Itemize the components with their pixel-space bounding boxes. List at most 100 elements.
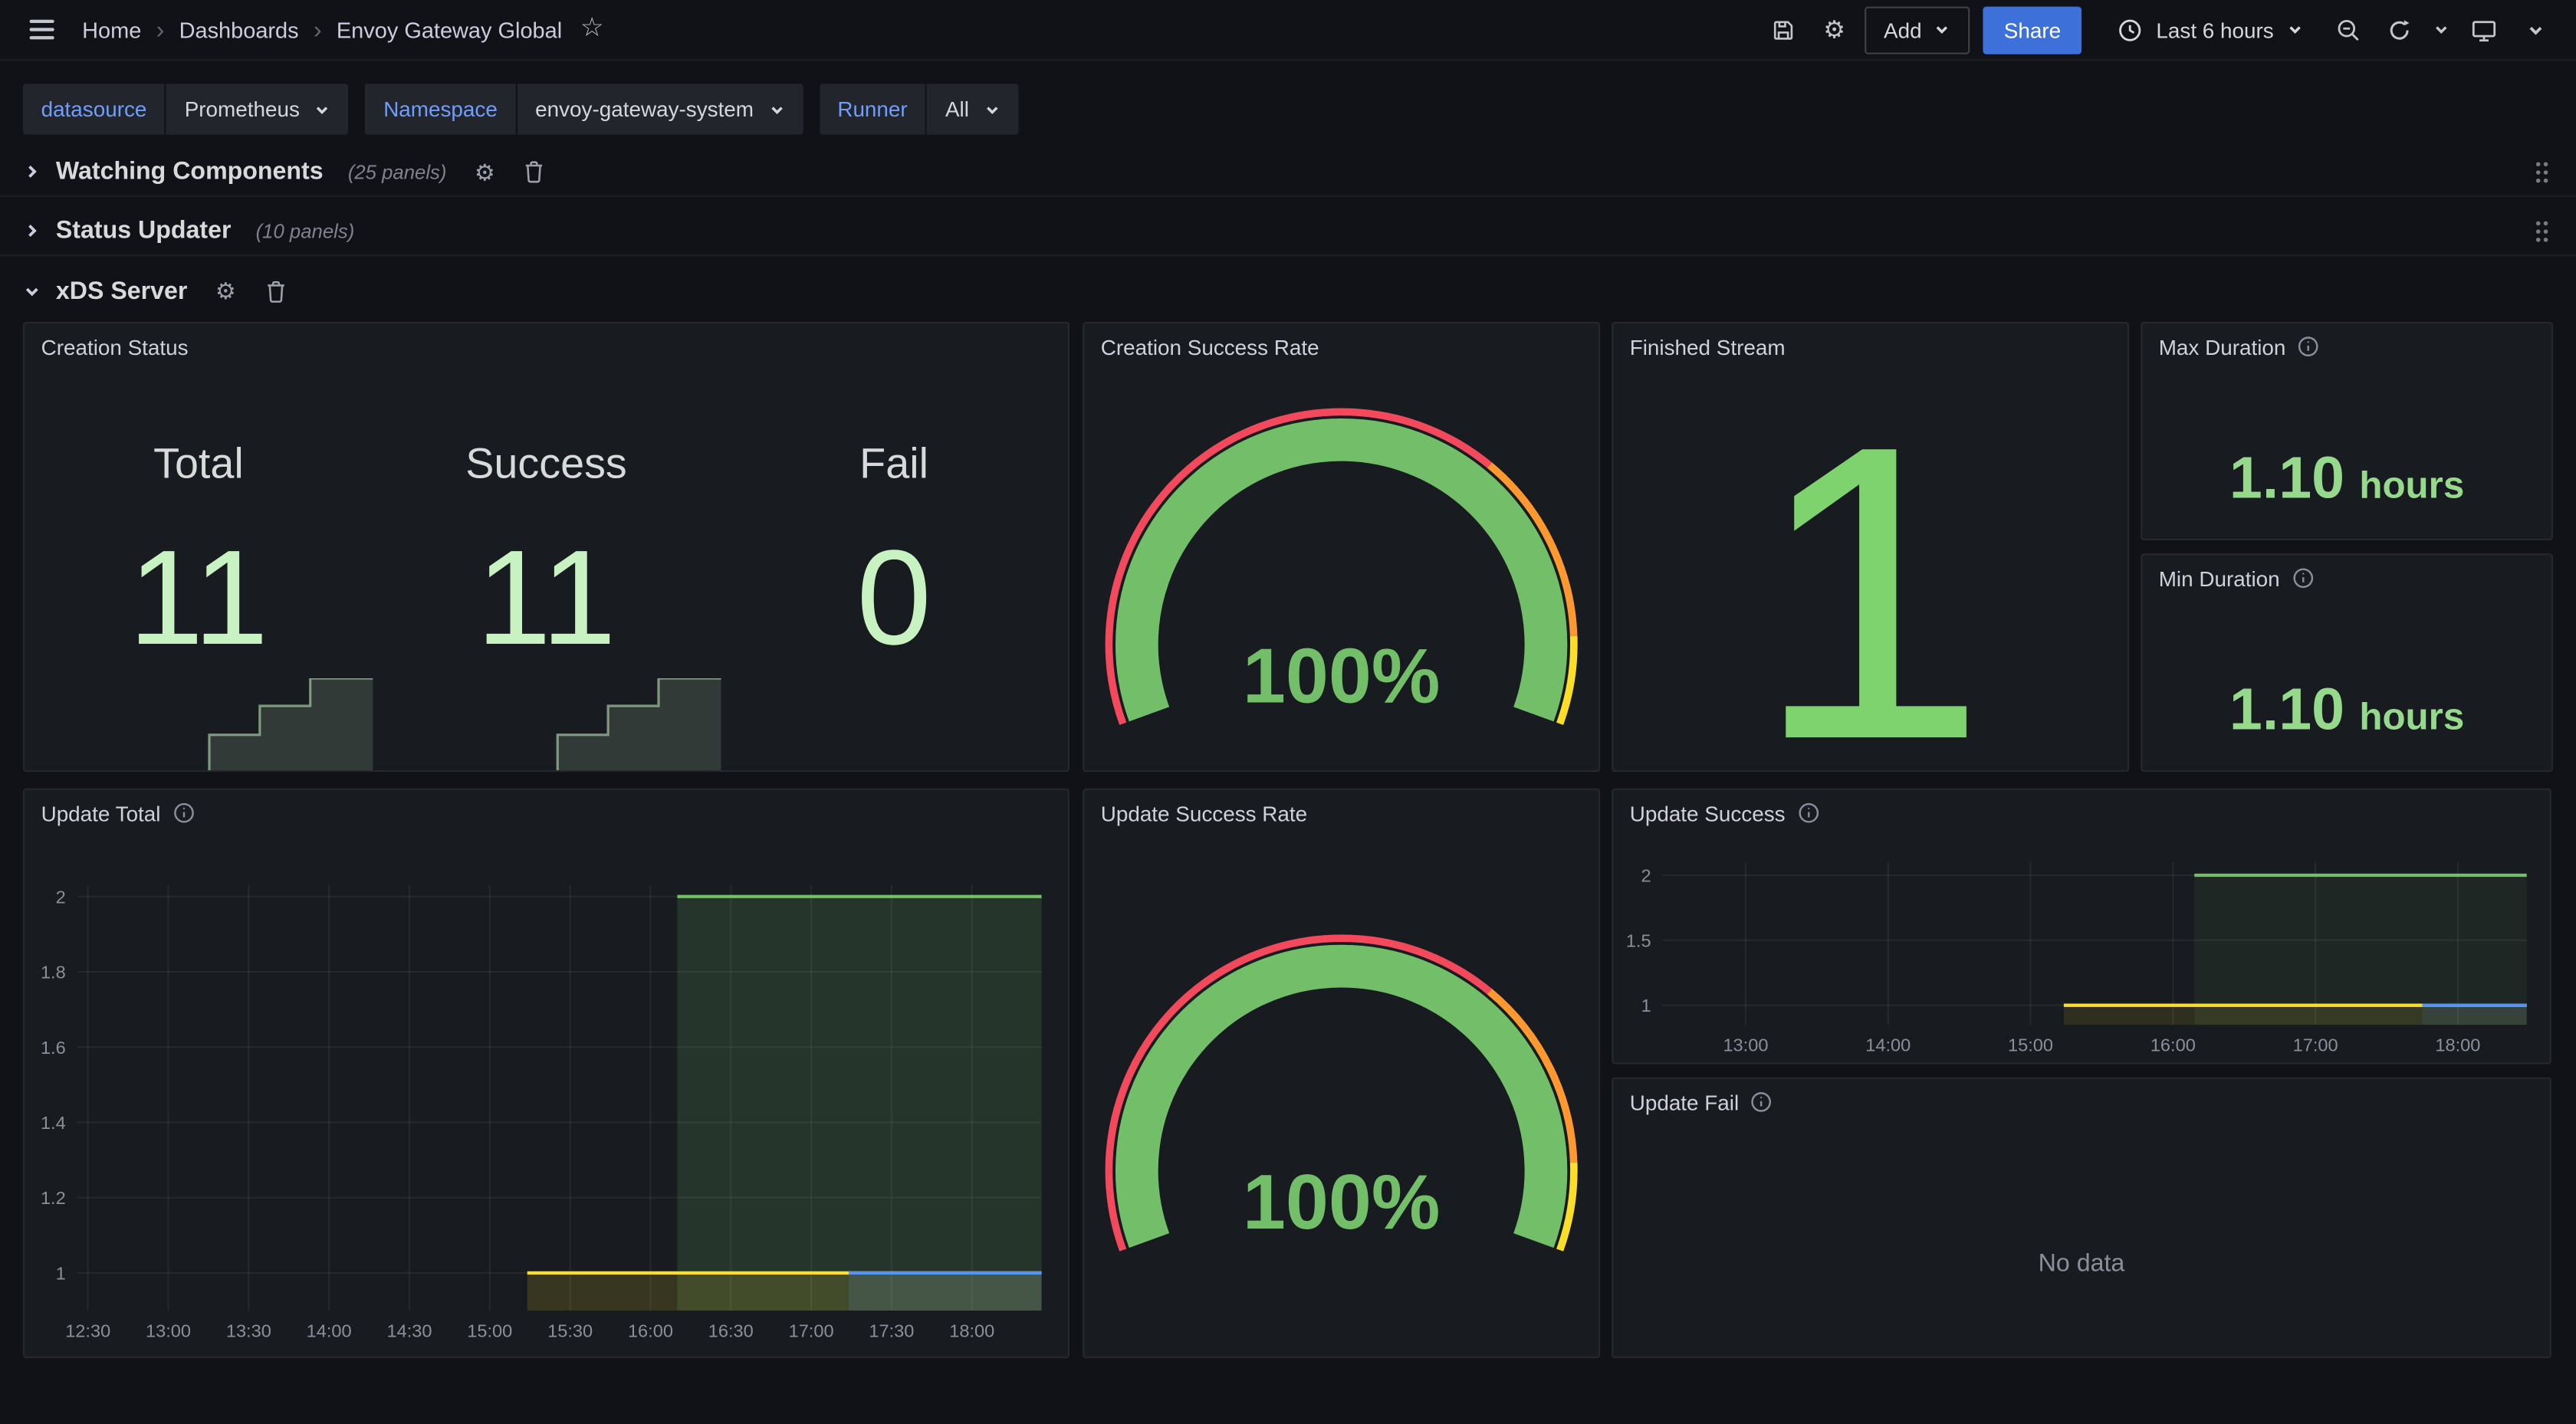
panel-creation-success-rate: Creation Success Rate 100% bbox=[1083, 322, 1600, 772]
stat-value: 11 bbox=[129, 532, 268, 667]
row-settings-button[interactable]: ⚙ bbox=[475, 160, 495, 183]
panel-title[interactable]: Update Total bbox=[41, 801, 161, 825]
favorite-star-icon[interactable]: ☆ bbox=[580, 16, 604, 42]
kiosk-mode-button[interactable] bbox=[2463, 8, 2505, 51]
collapse-nav-button[interactable] bbox=[2514, 8, 2557, 51]
share-button[interactable]: Share bbox=[1983, 6, 2082, 54]
panel-title[interactable]: Update Fail bbox=[1630, 1090, 1739, 1114]
svg-text:18:00: 18:00 bbox=[2435, 1035, 2480, 1055]
panel-title[interactable]: Creation Status bbox=[41, 334, 189, 359]
panel-info-button[interactable] bbox=[2292, 566, 2315, 589]
info-icon bbox=[1750, 1091, 1773, 1114]
panel-title[interactable]: Finished Stream bbox=[1630, 334, 1786, 359]
chevron-down-icon bbox=[2526, 21, 2545, 39]
stat-label: Fail bbox=[859, 438, 928, 489]
panel-title[interactable]: Update Success Rate bbox=[1101, 801, 1307, 825]
stat-duration: 1.10 hours bbox=[2142, 601, 2551, 772]
chevron-right-icon bbox=[23, 221, 41, 240]
refresh-icon bbox=[2387, 18, 2411, 42]
svg-text:14:00: 14:00 bbox=[1865, 1035, 1911, 1055]
breadcrumb-dashboards[interactable]: Dashboards bbox=[179, 18, 299, 42]
panel-title[interactable]: Creation Success Rate bbox=[1101, 334, 1319, 359]
add-button[interactable]: Add bbox=[1864, 6, 1969, 54]
row-delete-button[interactable] bbox=[264, 278, 287, 303]
row-settings-button[interactable]: ⚙ bbox=[215, 279, 236, 302]
row-xds-server[interactable]: xDS Server ⚙ bbox=[0, 266, 2576, 315]
row-status-updater[interactable]: Status Updater (10 panels) bbox=[0, 207, 2576, 256]
row-delete-button[interactable] bbox=[523, 159, 546, 184]
breadcrumb-separator: › bbox=[314, 18, 322, 42]
timeseries-chart[interactable]: 11.5213:0014:0015:0016:0017:0018:00 bbox=[1613, 836, 2549, 1063]
stat-unit: hours bbox=[2359, 694, 2464, 738]
sparkline bbox=[25, 678, 373, 772]
row-panel-count: (10 panels) bbox=[256, 219, 355, 242]
tv-icon bbox=[2471, 18, 2497, 42]
time-range-label: Last 6 hours bbox=[2156, 18, 2273, 42]
refresh-button[interactable] bbox=[2377, 8, 2420, 51]
row-watching-components[interactable]: Watching Components (25 panels) ⚙ bbox=[0, 148, 2576, 197]
save-icon bbox=[1771, 18, 1796, 42]
svg-text:1.4: 1.4 bbox=[41, 1113, 66, 1133]
variable-label: datasource bbox=[23, 84, 166, 134]
svg-text:13:00: 13:00 bbox=[1723, 1035, 1768, 1055]
svg-text:13:00: 13:00 bbox=[146, 1321, 191, 1340]
chevron-down-icon bbox=[23, 282, 41, 300]
svg-text:1: 1 bbox=[1641, 996, 1651, 1016]
gear-icon: ⚙ bbox=[1823, 18, 1845, 42]
stat-total: Total 11 bbox=[25, 369, 373, 772]
save-dashboard-button[interactable] bbox=[1762, 8, 1805, 51]
panel-info-button[interactable] bbox=[1750, 1091, 1773, 1114]
panel-update-success-rate: Update Success Rate 100% bbox=[1083, 789, 1600, 1359]
panel-title[interactable]: Max Duration bbox=[2159, 334, 2286, 359]
panel-title[interactable]: Min Duration bbox=[2159, 566, 2280, 590]
menu-toggle-button[interactable] bbox=[20, 8, 63, 51]
svg-text:100%: 100% bbox=[1243, 633, 1441, 719]
variable-value-dropdown[interactable]: All bbox=[927, 84, 1018, 134]
panel-info-button[interactable] bbox=[1797, 802, 1820, 825]
panel-update-total: Update Total 11.21.41.61.8212:3013:0013:… bbox=[23, 789, 1070, 1359]
panel-info-button[interactable] bbox=[2297, 335, 2320, 358]
refresh-interval-dropdown[interactable] bbox=[2428, 8, 2454, 51]
chevron-down-icon bbox=[1934, 21, 1950, 38]
drag-dots-icon bbox=[2533, 159, 2549, 185]
no-data-message: No data bbox=[1613, 1125, 2549, 1358]
hamburger-icon bbox=[29, 20, 54, 39]
svg-text:1.2: 1.2 bbox=[41, 1188, 66, 1208]
row-drag-handle[interactable] bbox=[2533, 159, 2549, 185]
stat-value: 1.10 bbox=[2229, 443, 2344, 512]
svg-text:15:30: 15:30 bbox=[547, 1321, 593, 1340]
panel-title[interactable]: Update Success bbox=[1630, 801, 1786, 825]
gear-icon: ⚙ bbox=[215, 279, 236, 302]
zoom-out-time-button[interactable] bbox=[2326, 8, 2369, 51]
timeseries-chart[interactable]: 11.21.41.61.8212:3013:0013:3014:0014:301… bbox=[25, 836, 1068, 1357]
dashboard-variables-bar: datasource Prometheus Namespace envoy-ga… bbox=[23, 84, 1018, 134]
stat-unit: hours bbox=[2359, 462, 2464, 507]
panel-info-button[interactable] bbox=[172, 802, 195, 825]
dashboard-settings-button[interactable]: ⚙ bbox=[1813, 8, 1856, 51]
variable-label: Namespace bbox=[366, 84, 518, 134]
grafana-dashboard: Home › Dashboards › Envoy Gateway Global… bbox=[0, 0, 2576, 1424]
sparkline bbox=[373, 678, 721, 772]
row-panel-count: (25 panels) bbox=[348, 160, 447, 183]
stat-value: 1.10 bbox=[2229, 674, 2344, 743]
variable-datasource: datasource Prometheus bbox=[23, 84, 349, 134]
trash-icon bbox=[523, 159, 546, 184]
panel-max-duration: Max Duration 1.10 hours bbox=[2141, 322, 2553, 540]
svg-text:15:00: 15:00 bbox=[467, 1321, 512, 1340]
variable-value-dropdown[interactable]: Prometheus bbox=[166, 84, 349, 134]
add-button-label: Add bbox=[1884, 18, 1922, 42]
row-drag-handle[interactable] bbox=[2533, 218, 2549, 244]
svg-text:12:30: 12:30 bbox=[65, 1321, 110, 1340]
chevron-down-icon bbox=[314, 101, 330, 117]
svg-text:16:00: 16:00 bbox=[2150, 1035, 2196, 1055]
stat-duration: 1.10 hours bbox=[2142, 369, 2551, 540]
stat-value: 1 bbox=[1613, 369, 2128, 772]
breadcrumb-home[interactable]: Home bbox=[82, 18, 141, 42]
stat-success: Success 11 bbox=[373, 369, 721, 772]
svg-text:1.8: 1.8 bbox=[41, 963, 66, 983]
variable-value-dropdown[interactable]: envoy-gateway-system bbox=[518, 84, 803, 134]
time-range-picker[interactable]: Last 6 hours bbox=[2104, 6, 2318, 54]
svg-text:2: 2 bbox=[1641, 866, 1651, 886]
gauge-chart: 100% bbox=[1084, 369, 1598, 770]
stat-fail: Fail 0 bbox=[720, 369, 1068, 772]
